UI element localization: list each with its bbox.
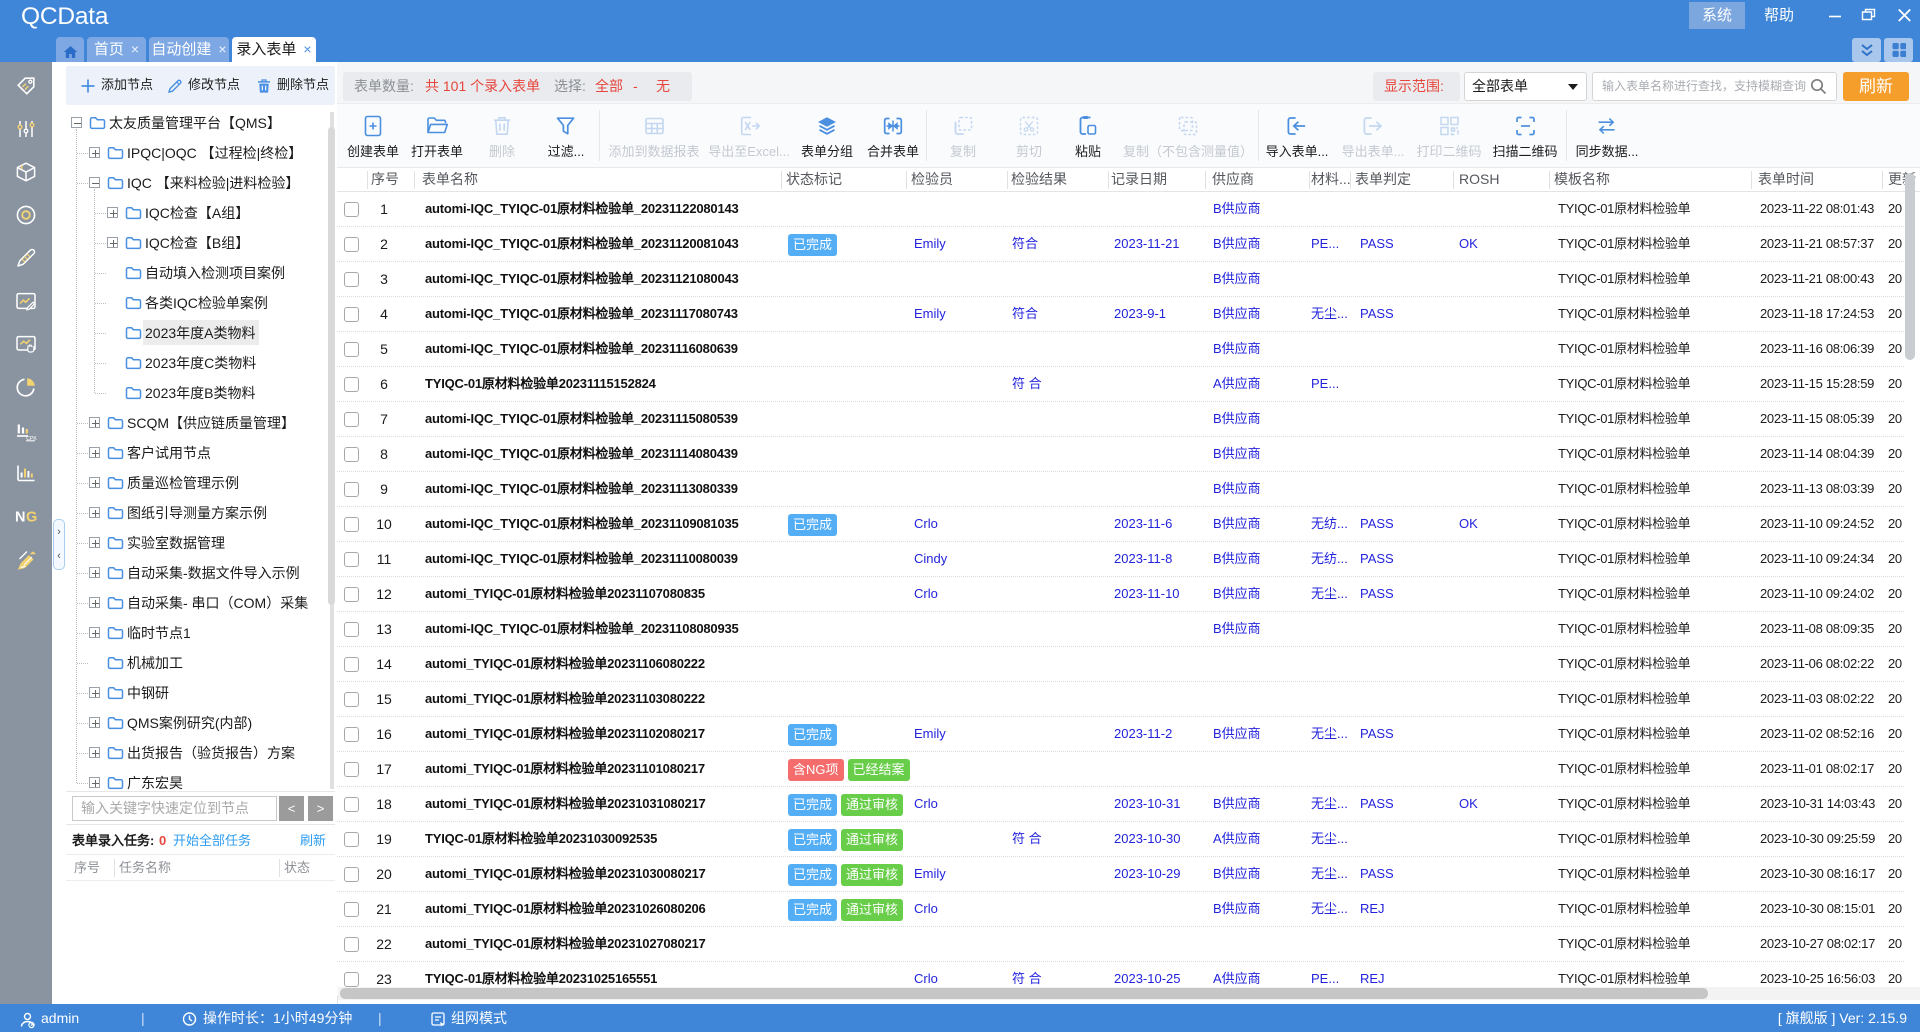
svg-text:G: G — [26, 510, 37, 526]
svg-text:N: N — [15, 510, 25, 526]
